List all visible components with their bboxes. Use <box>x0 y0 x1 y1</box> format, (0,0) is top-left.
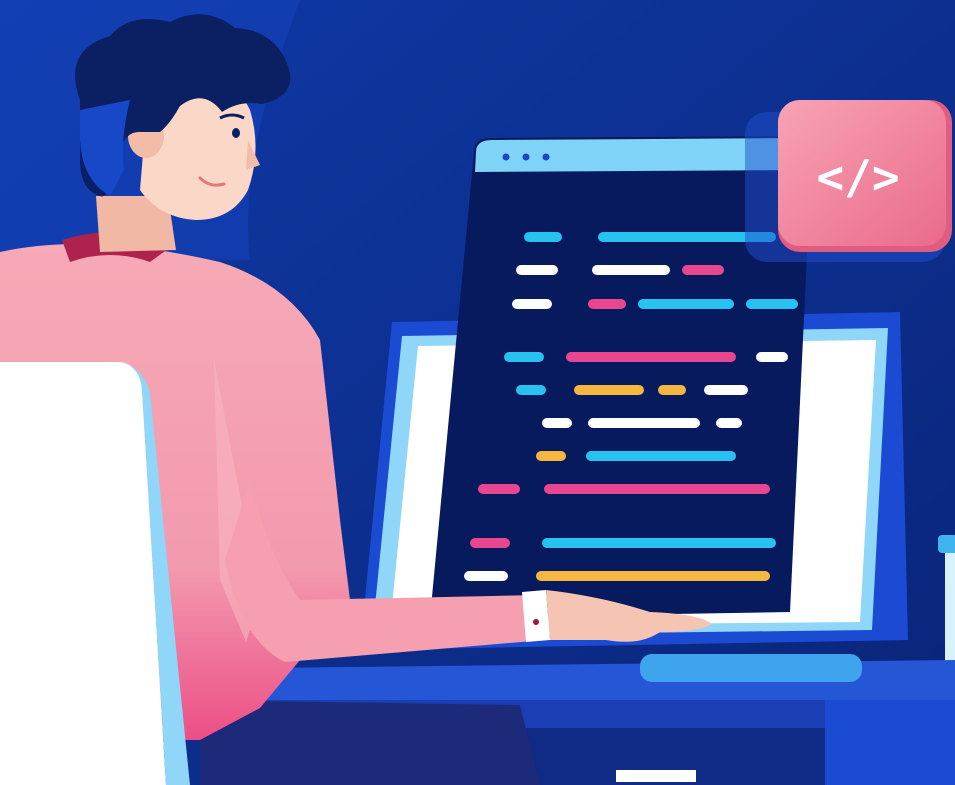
code-line <box>516 265 558 275</box>
code-line <box>746 299 798 309</box>
code-line <box>536 571 770 581</box>
code-icon: </> <box>816 150 899 204</box>
window-dot <box>502 153 510 161</box>
code-line <box>470 538 510 548</box>
code-line <box>544 484 770 494</box>
code-line <box>516 385 546 395</box>
code-line <box>566 352 736 362</box>
code-line <box>586 451 736 461</box>
code-line <box>536 451 566 461</box>
window-dot <box>522 153 530 161</box>
code-line <box>658 385 686 395</box>
developer-illustration: </> <box>0 0 955 785</box>
keyboard <box>640 654 862 682</box>
code-line <box>504 352 544 362</box>
code-line <box>512 299 552 309</box>
code-line <box>464 571 508 581</box>
code-line <box>574 385 644 395</box>
code-line <box>704 385 748 395</box>
code-line <box>478 484 520 494</box>
code-line <box>638 299 734 309</box>
code-badge: </> <box>745 100 952 262</box>
code-line <box>756 352 788 362</box>
code-line <box>682 265 724 275</box>
code-line <box>588 418 700 428</box>
code-line <box>542 418 572 428</box>
code-line <box>716 418 742 428</box>
code-line <box>592 265 670 275</box>
code-line <box>524 232 562 242</box>
code-line <box>542 538 776 548</box>
window-dot <box>542 153 550 161</box>
code-line <box>588 299 626 309</box>
